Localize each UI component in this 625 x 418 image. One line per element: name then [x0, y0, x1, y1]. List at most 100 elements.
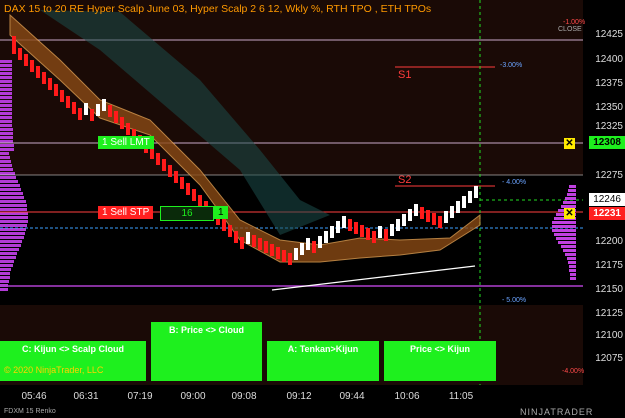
- renko-brick: [54, 84, 58, 96]
- renko-brick: [48, 78, 52, 90]
- tpo-row: [0, 124, 12, 127]
- price-label: 12350: [595, 102, 623, 113]
- tpo-row: [0, 172, 15, 175]
- tpo-row: [0, 260, 14, 263]
- renko-brick: [366, 228, 370, 240]
- tpo-row: [0, 84, 12, 87]
- renko-brick: [426, 210, 430, 222]
- pct-level-label: -4.00%: [562, 368, 585, 375]
- tpo-row: [0, 132, 13, 135]
- tpo-row: [556, 237, 576, 240]
- renko-brick: [372, 231, 376, 243]
- time-label: 09:08: [231, 391, 257, 402]
- tpo-row: [0, 120, 12, 123]
- renko-brick: [162, 159, 166, 171]
- tpo-row: [0, 96, 12, 99]
- tpo-row: [567, 257, 576, 260]
- tpo-row: [0, 252, 17, 255]
- tpo-row: [0, 200, 26, 203]
- tpo-row: [0, 64, 12, 67]
- renko-brick: [156, 153, 160, 165]
- chart-title: DAX 15 to 20 RE Hyper Scalp June 03, Hyp…: [4, 3, 432, 15]
- renko-brick: [342, 216, 346, 228]
- renko-brick: [384, 229, 388, 241]
- price-label: 12200: [595, 236, 623, 247]
- renko-brick: [378, 226, 382, 238]
- renko-brick: [306, 238, 310, 250]
- renko-brick: [360, 225, 364, 237]
- tpo-row: [0, 76, 12, 79]
- time-label: 09:00: [180, 391, 206, 402]
- renko-brick: [126, 123, 130, 135]
- renko-brick: [354, 222, 358, 234]
- tpo-row: [0, 280, 9, 283]
- renko-brick: [120, 117, 124, 129]
- order-qty-small[interactable]: 1: [214, 206, 228, 219]
- brand-logo: NINJATRADER: [520, 407, 594, 417]
- tpo-row: [0, 220, 28, 223]
- tpo-row: [569, 185, 576, 188]
- renko-brick: [420, 207, 424, 219]
- tpo-row: [570, 277, 576, 280]
- renko-brick: [444, 211, 448, 223]
- tpo-row: [0, 264, 13, 267]
- sell-limit-order[interactable]: 1 Sell LMT: [98, 136, 154, 149]
- tpo-row: [0, 196, 24, 199]
- renko-brick: [324, 231, 328, 243]
- renko-brick: [408, 209, 412, 221]
- tpo-row: [0, 60, 12, 63]
- tpo-row: [0, 272, 10, 275]
- sell-stop-order[interactable]: 1 Sell STP: [98, 206, 154, 219]
- tpo-row: [0, 204, 27, 207]
- tpo-row: [0, 160, 11, 163]
- close-order-icon[interactable]: ✕: [564, 138, 575, 149]
- renko-brick: [60, 90, 64, 102]
- tpo-row: [0, 208, 27, 211]
- tpo-row: [0, 192, 23, 195]
- price-label: 12400: [595, 54, 623, 65]
- price-label: 12375: [595, 78, 623, 89]
- renko-brick: [186, 183, 190, 195]
- renko-brick: [72, 102, 76, 114]
- tpo-row: [0, 176, 16, 179]
- renko-brick: [456, 201, 460, 213]
- renko-brick: [78, 108, 82, 120]
- tpo-row: [0, 276, 10, 279]
- renko-brick: [474, 186, 478, 198]
- price-label: 12150: [595, 284, 623, 295]
- tpo-row: [0, 168, 13, 171]
- tpo-row: [569, 269, 576, 272]
- time-label: 10:06: [394, 391, 420, 402]
- tpo-row: [0, 248, 19, 251]
- s2-label: S2: [398, 174, 412, 186]
- renko-brick: [90, 109, 94, 121]
- renko-brick: [300, 243, 304, 255]
- tpo-row: [0, 88, 12, 91]
- price-label: 12325: [595, 121, 623, 132]
- close-order-icon[interactable]: ✕: [564, 208, 575, 219]
- renko-brick: [348, 219, 352, 231]
- renko-brick: [96, 104, 100, 116]
- renko-brick: [264, 241, 268, 253]
- renko-brick: [192, 189, 196, 201]
- pct-level-label: -1.00%: [563, 19, 586, 26]
- tpo-row: [0, 136, 13, 139]
- tpo-row: [563, 249, 576, 252]
- last-price: 12246: [589, 193, 625, 206]
- tpo-row: [567, 193, 576, 196]
- renko-brick: [414, 204, 418, 216]
- renko-brick: [270, 244, 274, 256]
- renko-brick: [438, 216, 442, 228]
- renko-brick: [42, 72, 46, 84]
- renko-brick: [12, 42, 16, 54]
- price-label: 12075: [595, 353, 623, 364]
- instrument-label: FDXM 15 Renko: [4, 408, 56, 415]
- close-label: CLOSE: [558, 26, 582, 33]
- time-label: 05:46: [21, 391, 47, 402]
- time-label: 09:44: [339, 391, 365, 402]
- signal-tenkan-kijun: A: Tenkan>Kijun: [267, 341, 379, 381]
- order-qty[interactable]: 16: [160, 206, 214, 221]
- renko-brick: [30, 60, 34, 72]
- renko-brick: [222, 219, 226, 231]
- tpo-row: [0, 236, 24, 239]
